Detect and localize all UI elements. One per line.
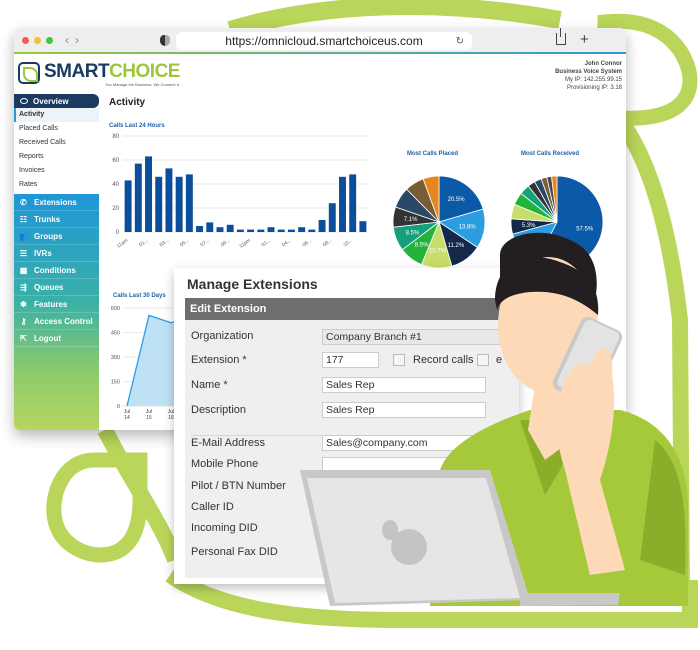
person-illustration — [300, 232, 688, 606]
